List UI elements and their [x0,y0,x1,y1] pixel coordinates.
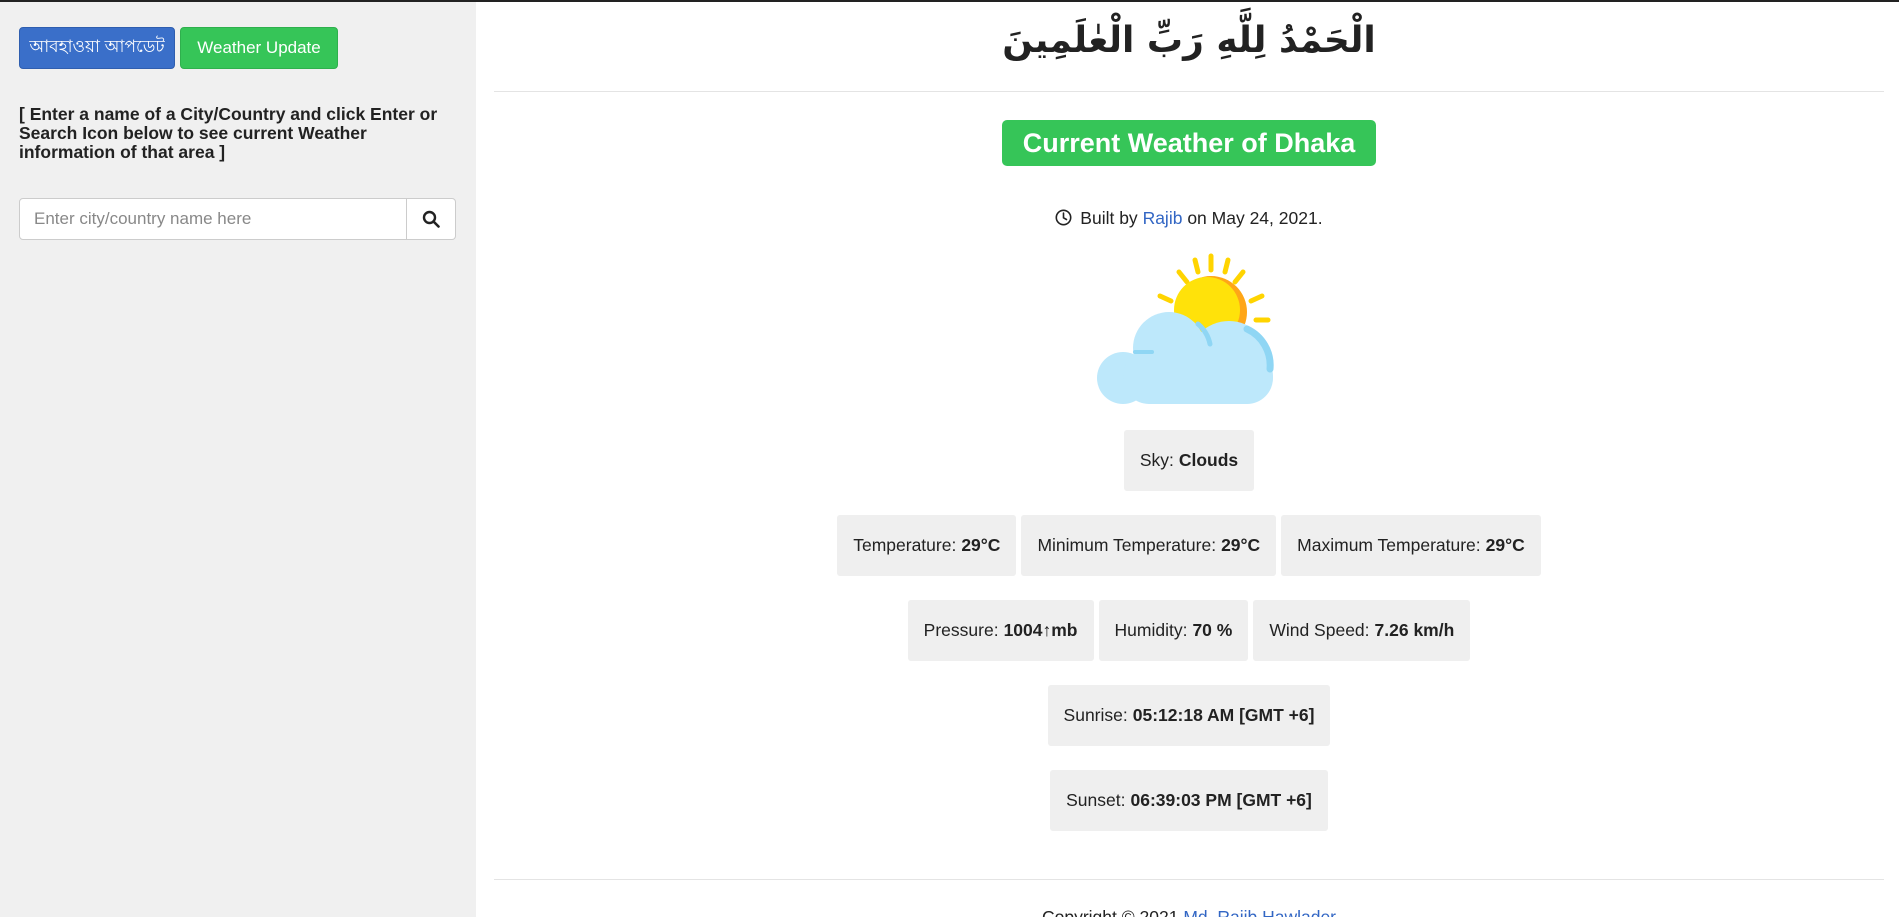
sunrise-value: 05:12:18 AM [GMT +6] [1132,705,1315,725]
max-temperature-value: 29°C [1485,535,1525,555]
sunset-card: Sunset: 06:39:03 PM [GMT +6] [1050,770,1328,831]
humidity-value: 70 % [1192,620,1233,640]
search-bar [19,198,456,240]
wind-speed-value: 7.26 km/h [1374,620,1455,640]
sunset-row: Sunset: 06:39:03 PM [GMT +6] [494,770,1884,831]
author-link[interactable]: Rajib [1143,208,1183,228]
partly-cloudy-icon [1097,253,1274,404]
temperature-card: Temperature: 29°C [837,515,1017,576]
sunset-value: 06:39:03 PM [GMT +6] [1130,790,1312,810]
sunrise-row: Sunrise: 05:12:18 AM [GMT +6] [494,685,1884,746]
search-icon [422,210,440,228]
min-temperature-card: Minimum Temperature: 29°C [1021,515,1277,576]
atmosphere-row: Pressure: 1004↑mb Humidity: 70 % Wind Spee… [494,600,1884,661]
search-button[interactable] [407,198,456,240]
sunrise-card: Sunrise: 05:12:18 AM [GMT +6] [1047,685,1331,746]
temperature-label: Temperature: [853,535,957,555]
copyright-text: Copyright © 2021 [1041,907,1179,917]
max-temperature-label: Maximum Temperature: [1297,535,1481,555]
footer-author-link[interactable]: Md. Rajib Hawlader [1183,907,1336,917]
weather-update-button[interactable]: Weather Update [180,27,338,69]
sky-card: Sky: Clouds [1123,430,1255,491]
sunrise-label: Sunrise: [1063,705,1128,725]
temperature-row: Temperature: 29°C Minimum Temperature: 29°… [494,515,1884,576]
pressure-value: 1004↑mb [1003,620,1078,640]
bangla-weather-update-button[interactable]: আবহাওয়া আপডেট [19,27,175,69]
pressure-label: Pressure: [923,620,999,640]
search-input[interactable] [19,198,407,240]
clock-icon [1055,209,1072,226]
footer-divider [494,879,1884,880]
main-content: الْحَمْدُ لِلَّهِ رَبِّ الْعٰلَمِينَ Cur… [494,2,1884,917]
divider [494,91,1884,92]
min-temperature-label: Minimum Temperature: [1037,535,1217,555]
sky-value: Clouds [1178,450,1239,470]
built-prefix: Built by [1080,208,1138,228]
search-instructions: [ Enter a name of a City/Country and cli… [19,104,438,162]
footer: Copyright © 2021 Md. Rajib Hawlader [494,907,1884,917]
sky-label: Sky: [1139,450,1174,470]
temperature-value: 29°C [961,535,1001,555]
wind-speed-card: Wind Speed: 7.26 km/h [1253,600,1471,661]
sky-row: Sky: Clouds [494,430,1884,491]
humidity-card: Humidity: 70 % [1098,600,1249,661]
sunset-label: Sunset: [1066,790,1126,810]
page-title: Current Weather of Dhaka [1002,120,1376,166]
wind-speed-label: Wind Speed: [1269,620,1370,640]
built-by-line: Built by Rajib on May 24, 2021. [494,208,1884,229]
min-temperature-value: 29°C [1221,535,1261,555]
arabic-heading: الْحَمْدُ لِلَّهِ رَبِّ الْعٰلَمِينَ [1002,20,1376,61]
humidity-label: Humidity: [1114,620,1188,640]
max-temperature-card: Maximum Temperature: 29°C [1281,515,1541,576]
built-date: on May 24, 2021. [1187,208,1323,228]
pressure-card: Pressure: 1004↑mb [907,600,1094,661]
sidebar: আবহাওয়া আপডেট Weather Update [ Enter a … [0,2,476,917]
